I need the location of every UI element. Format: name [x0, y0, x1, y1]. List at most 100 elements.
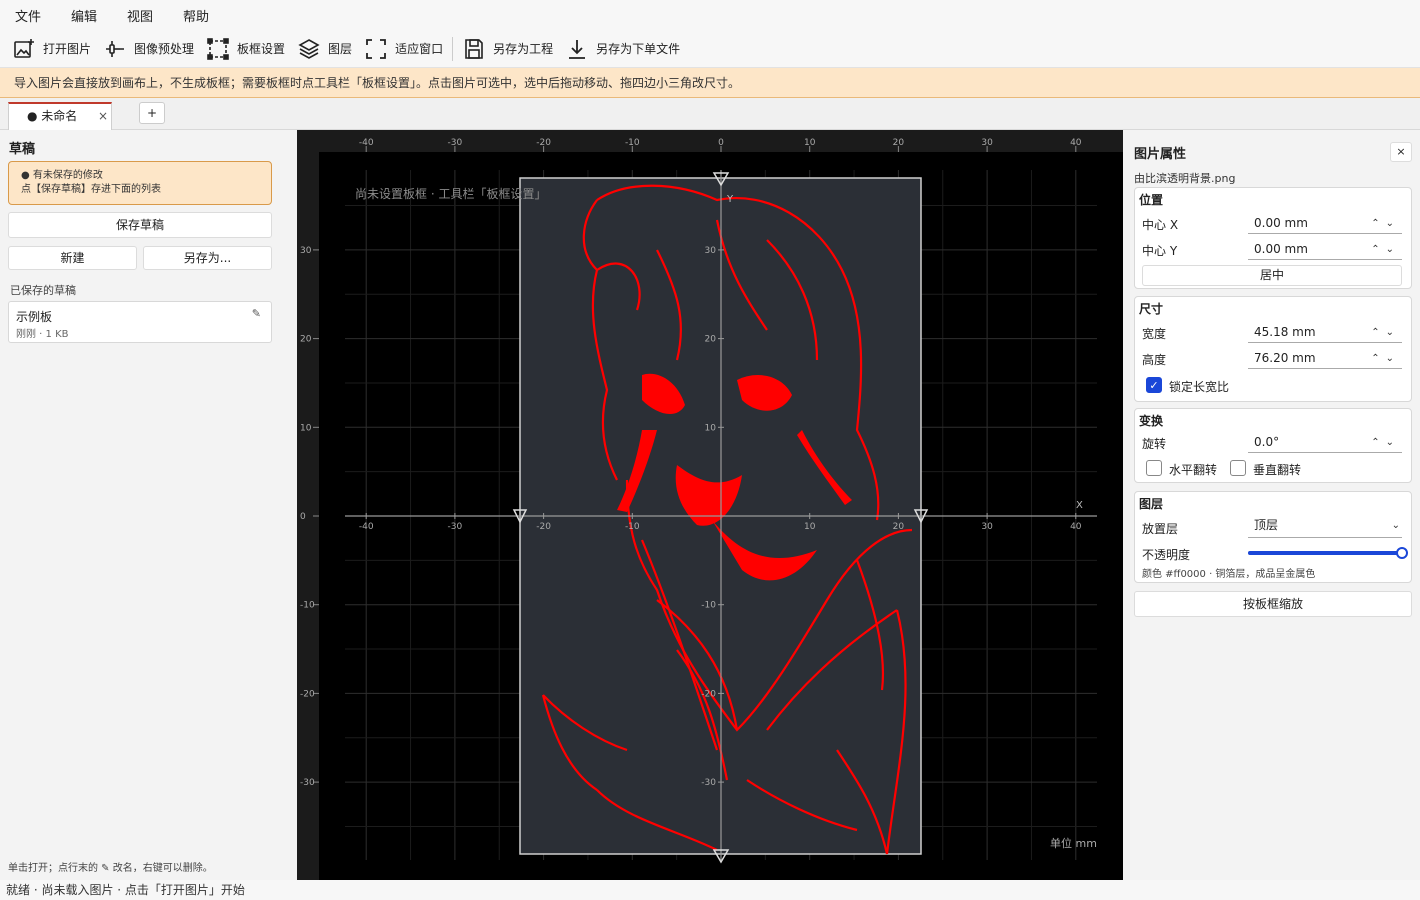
properties-panel: 图片属性 × 由比滨透明背景.png 位置 中心 X 0.00 mm ⌃⌄ 中心 … — [1123, 130, 1420, 880]
download-icon — [569, 39, 586, 59]
save-order-button[interactable]: 另存为下单文件 — [559, 34, 686, 64]
axis-tick-label: -10 — [625, 522, 640, 532]
menu-file[interactable]: 文件 — [0, 6, 56, 25]
open-image-button[interactable]: 打开图片 — [6, 34, 97, 64]
canvas-svg[interactable]: -40 -30 -20 -10 0 10 20 30 40 30 20 10 0 -10 -20 -30 -… — [297, 130, 1123, 880]
chevron-down-icon: ⌄ — [1391, 520, 1400, 531]
spin-arrows-icon[interactable]: ⌃⌄ — [1371, 323, 1400, 342]
layer-select[interactable]: 顶层 ⌄ — [1248, 516, 1402, 538]
axis-tick-label: -10 — [701, 601, 716, 611]
rotation-input[interactable]: 0.0° ⌃⌄ — [1248, 433, 1402, 453]
center-x-input[interactable]: 0.00 mm ⌃⌄ — [1248, 214, 1402, 234]
new-draft-button[interactable]: 新建 — [8, 246, 137, 270]
ruler-tick-label: -40 — [359, 138, 374, 148]
save-project-button[interactable]: 另存为工程 — [456, 34, 559, 64]
spin-arrows-icon[interactable]: ⌃⌄ — [1371, 214, 1400, 233]
center-button[interactable]: 居中 — [1142, 265, 1402, 286]
ruler-tick-label: -20 — [300, 689, 315, 699]
ruler-tick-label: 10 — [300, 423, 312, 433]
ruler-tick-label: -10 — [625, 138, 640, 148]
ruler-tick-label: -10 — [300, 601, 315, 611]
toolbar-divider — [452, 36, 454, 61]
axis-tick-label: 30 — [705, 246, 717, 256]
width-input[interactable]: 45.18 mm ⌃⌄ — [1248, 323, 1402, 343]
layer-note: 颜色 #ff0000 · 铜箔层，成品呈金属色 — [1142, 569, 1316, 580]
unit-label: 单位 mm — [1050, 836, 1097, 850]
spin-arrows-icon[interactable]: ⌃⌄ — [1371, 433, 1400, 452]
layers-button[interactable]: 图层 — [291, 34, 358, 64]
save-as-button[interactable]: 另存为... — [143, 246, 272, 270]
tab-untitled[interactable]: ● 未命名 × — [8, 102, 112, 130]
draft-meta: 刚刚 · 1 KB — [16, 329, 69, 340]
ruler-tick-label: -30 — [300, 778, 315, 788]
status-bar: 就绪 · 尚未载入图片 · 点击「打开图片」开始 — [0, 880, 1420, 900]
board-frame-icon — [207, 37, 229, 60]
tab-label: ● 未命名 — [27, 109, 78, 123]
lock-ratio-checkbox[interactable]: ✓ — [1146, 377, 1162, 393]
save-draft-button[interactable]: 保存草稿 — [8, 212, 272, 238]
toolbar: 打开图片 图像预处理 板框设置 图层 适应窗口 另存为工程 另存为下单文件 — [0, 30, 1420, 68]
add-tab-button[interactable]: + — [139, 102, 165, 124]
axis-tick-label: -40 — [359, 522, 374, 532]
height-input[interactable]: 76.20 mm ⌃⌄ — [1248, 349, 1402, 369]
horizontal-ruler — [297, 130, 1123, 152]
spin-arrows-icon[interactable]: ⌃⌄ — [1371, 240, 1400, 259]
transform-section: 变换 旋转 0.0° ⌃⌄ 水平翻转 垂直翻转 — [1134, 408, 1412, 483]
layers-icon — [298, 38, 320, 59]
spin-arrows-icon[interactable]: ⌃⌄ — [1371, 349, 1400, 368]
opacity-slider[interactable] — [1248, 547, 1408, 559]
y-axis-label: Y — [726, 194, 734, 205]
fit-window-button[interactable]: 适应窗口 — [358, 34, 449, 64]
menubar: 文件 编辑 视图 帮助 — [0, 0, 1420, 30]
fit-screen-icon — [366, 38, 386, 59]
axis-tick-label: 20 — [705, 335, 717, 345]
ruler-tick-label: 0 — [300, 512, 306, 522]
axis-tick-label: 30 — [981, 522, 993, 532]
drafts-hint: 单击打开；点行末的 ✎ 改名，右键可以删除。 — [8, 863, 213, 874]
unsaved-warning: ● 有未保存的修改 点【保存草稿】存进下面的列表 — [8, 161, 272, 205]
vflip-checkbox[interactable] — [1230, 460, 1246, 476]
pencil-icon[interactable]: ✎ — [252, 307, 261, 320]
close-icon[interactable]: × — [1390, 142, 1412, 162]
axis-tick-label: 10 — [804, 522, 816, 532]
ruler-tick-label: 40 — [1070, 138, 1082, 148]
ruler-tick-label: 20 — [300, 335, 312, 345]
preprocess-button[interactable]: 图像预处理 — [97, 34, 200, 64]
tab-bar: ● 未命名 × + — [0, 98, 1420, 130]
axis-tick-label: -20 — [701, 689, 716, 699]
hflip-checkbox[interactable] — [1146, 460, 1162, 476]
center-y-input[interactable]: 0.00 mm ⌃⌄ — [1248, 240, 1402, 260]
drafts-title: 草稿 — [9, 142, 36, 157]
board-settings-button[interactable]: 板框设置 — [200, 34, 291, 64]
menu-help[interactable]: 帮助 — [168, 6, 224, 25]
axis-tick-label: -20 — [536, 522, 551, 532]
menu-edit[interactable]: 编辑 — [56, 6, 112, 25]
opacity-slider-handle[interactable] — [1396, 547, 1408, 559]
drafts-panel: 草稿 ● 有未保存的修改 点【保存草稿】存进下面的列表 保存草稿 新建 另存为.… — [0, 130, 297, 880]
ruler-tick-label: 30 — [981, 138, 993, 148]
opacity-slider-fill — [1248, 551, 1402, 555]
image-filename: 由比滨透明背景.png — [1134, 172, 1236, 185]
adjust-icon — [106, 40, 125, 57]
draft-name: 示例板 — [16, 310, 53, 324]
size-section: 尺寸 宽度 45.18 mm ⌃⌄ 高度 76.20 mm ⌃⌄ ✓ 锁定长宽比 — [1134, 296, 1412, 402]
list-item[interactable]: 示例板 刚刚 · 1 KB ✎ — [8, 301, 272, 343]
ruler-tick-label: -20 — [536, 138, 551, 148]
lock-ratio-label: 锁定长宽比 — [1169, 380, 1230, 394]
tab-close-icon[interactable]: × — [98, 104, 108, 128]
design-canvas[interactable]: -40 -30 -20 -10 0 10 20 30 40 30 20 10 0 -10 -20 -30 -… — [297, 130, 1123, 880]
position-section: 位置 中心 X 0.00 mm ⌃⌄ 中心 Y 0.00 mm ⌃⌄ 居中 — [1134, 187, 1412, 289]
axis-tick-label: 10 — [705, 423, 717, 433]
saved-drafts-label: 已保存的草稿 — [10, 284, 76, 297]
menu-view[interactable]: 视图 — [112, 6, 168, 25]
fit-to-board-button[interactable]: 按板框缩放 — [1134, 591, 1412, 617]
layer-section: 图层 放置层 顶层 ⌄ 不透明度 颜色 #ff0000 · 铜箔层，成品呈金属色 — [1134, 491, 1412, 583]
save-icon — [465, 38, 483, 59]
ruler-tick-label: 30 — [300, 246, 312, 256]
axis-tick-label: -30 — [448, 522, 463, 532]
axis-tick-label: 20 — [893, 522, 905, 532]
axis-tick-label: 40 — [1070, 522, 1082, 532]
ruler-tick-label: -30 — [448, 138, 463, 148]
image-add-icon — [14, 38, 34, 58]
no-board-note: 尚未设置板框 · 工具栏「板框设置」 — [355, 186, 546, 201]
